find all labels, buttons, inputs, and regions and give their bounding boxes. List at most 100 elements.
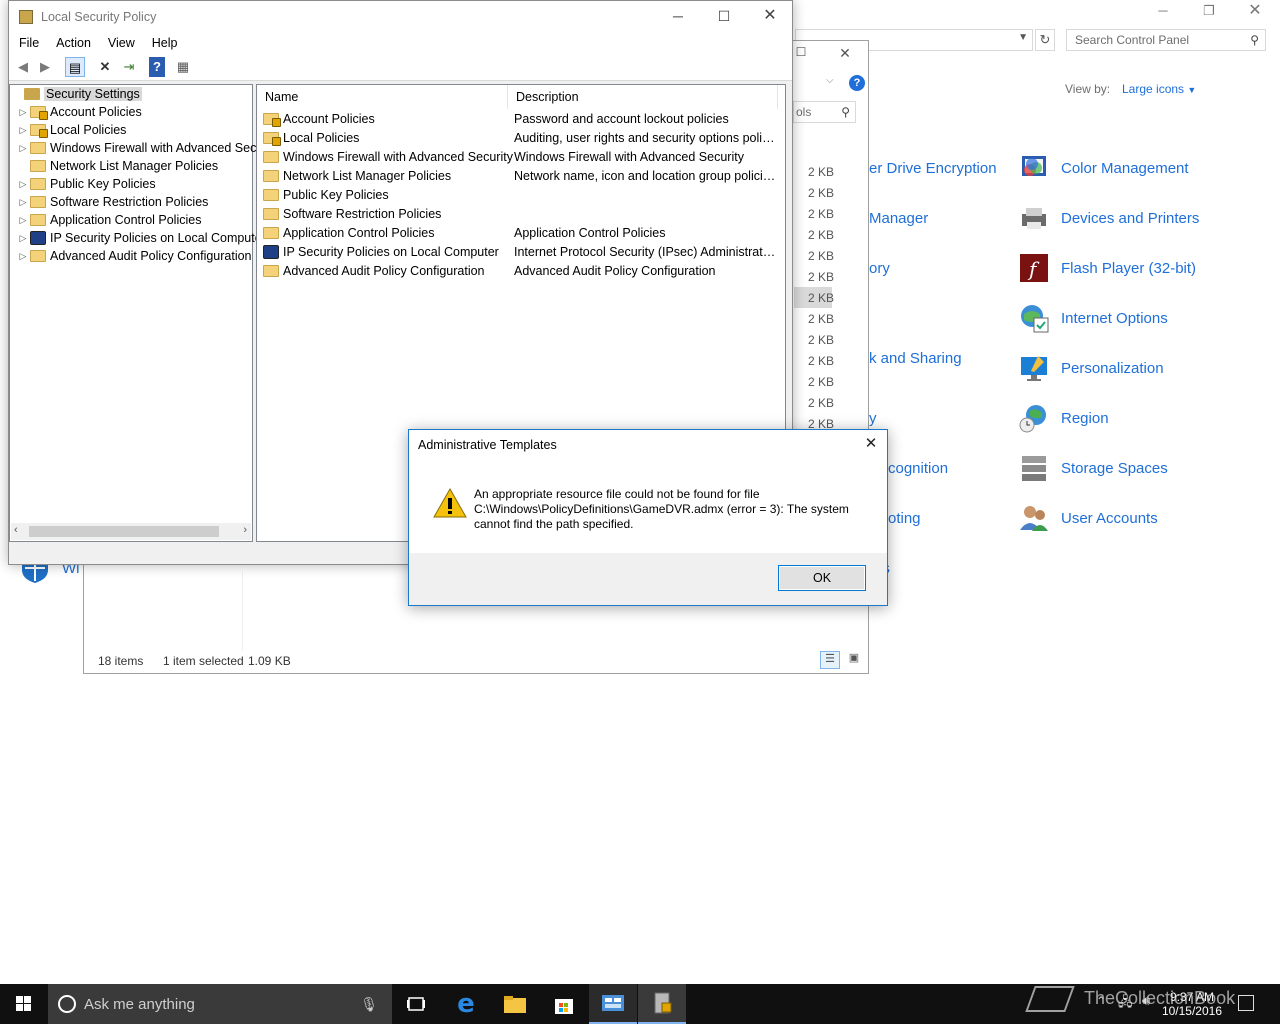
expand-arrow-icon[interactable]: ▷	[16, 125, 30, 136]
cp-search-input[interactable]: Search Control Panel ⚲	[1066, 29, 1266, 51]
cp-item-manager-partial[interactable]: Manager	[869, 210, 928, 227]
cp-item-personalization[interactable]: Personalization	[1017, 351, 1164, 385]
details-view-icon[interactable]: ☰	[820, 651, 840, 669]
export-list-icon[interactable]: ⇥	[119, 57, 139, 77]
cp-item-troubleshooting-partial[interactable]: oting	[888, 510, 921, 527]
cp-item-speech-recognition-partial[interactable]: cognition	[888, 460, 948, 477]
list-row[interactable]: Software Restriction Policies	[257, 205, 777, 224]
minimize-button[interactable]: ─	[655, 1, 701, 31]
chevron-down-icon[interactable]: ⌵	[826, 75, 834, 86]
dialog-close-button[interactable]: ✕	[855, 430, 887, 458]
expand-arrow-icon[interactable]: ▷	[16, 215, 30, 226]
tree-item[interactable]: ▷ Advanced Audit Policy Configuration	[16, 247, 252, 265]
task-view-button[interactable]	[392, 984, 440, 1024]
row-description: Internet Protocol Security (IPsec) Admin…	[514, 245, 776, 259]
cp-item-bitlocker-partial[interactable]: er Drive Encryption	[869, 160, 997, 177]
dialog-message-line: C:\Windows\PolicyDefinitions\GameDVR.adm…	[474, 502, 849, 516]
explorer-close-button[interactable]: ✕	[834, 45, 856, 67]
lsp-title-bar[interactable]: Local Security Policy ─ ☐ ✕	[9, 1, 792, 33]
start-button[interactable]	[0, 984, 48, 1024]
cp-restore-button[interactable]: ❐	[1194, 0, 1224, 22]
cp-item-storage-spaces[interactable]: Storage Spaces	[1017, 451, 1168, 485]
tree-item[interactable]: ▷ Local Policies	[16, 121, 126, 139]
delete-icon[interactable]: ✕	[95, 57, 115, 77]
show-hide-tree-icon[interactable]: ▤	[65, 57, 85, 77]
edge-button[interactable]: e	[442, 984, 490, 1024]
horizontal-scrollbar[interactable]: ‹ ›	[11, 523, 251, 540]
menu-help[interactable]: Help	[152, 33, 178, 53]
column-header-description[interactable]: Description	[508, 85, 778, 109]
expand-arrow-icon[interactable]: ▷	[16, 143, 30, 154]
cp-item-history-partial[interactable]: ory	[869, 260, 890, 277]
cp-item-user-accounts[interactable]: User Accounts	[1017, 501, 1158, 535]
list-row[interactable]: Advanced Audit Policy Configuration Advan…	[257, 262, 777, 281]
cp-close-button[interactable]: ✕	[1240, 0, 1270, 22]
expand-arrow-icon[interactable]: ▷	[16, 251, 30, 262]
ok-button[interactable]: OK	[778, 565, 866, 591]
tree-item[interactable]: Network List Manager Policies	[16, 157, 218, 175]
action-center-icon[interactable]	[1238, 995, 1254, 1011]
menu-action[interactable]: Action	[56, 33, 91, 53]
tree-item[interactable]: ▷ Windows Firewall with Advanced Secu	[16, 139, 264, 157]
tree-item[interactable]: ▷ Account Policies	[16, 103, 142, 121]
store-button[interactable]	[540, 984, 588, 1024]
scroll-left-icon[interactable]: ‹	[14, 524, 18, 536]
explorer-search-input[interactable]: ols ⚲	[793, 101, 856, 123]
scrollbar-thumb[interactable]	[29, 526, 219, 537]
forward-arrow-icon[interactable]: ▶	[35, 57, 55, 77]
cp-item-label: Color Management	[1061, 159, 1189, 177]
cp-minimize-button[interactable]: ─	[1148, 0, 1178, 22]
view-by-dropdown[interactable]: Large icons ▼	[1122, 82, 1196, 96]
list-row[interactable]: Public Key Policies	[257, 186, 777, 205]
cp-item-region[interactable]: Region	[1017, 401, 1109, 435]
large-icons-view-icon[interactable]: ▣	[844, 651, 864, 669]
microphone-icon[interactable]: 🎙︎	[360, 996, 378, 1013]
tree-item[interactable]: ▷ Public Key Policies	[16, 175, 156, 193]
close-button[interactable]: ✕	[747, 1, 793, 31]
help-icon[interactable]: ?	[149, 57, 165, 77]
list-row[interactable]: Network List Manager Policies Network nam…	[257, 167, 777, 186]
cp-item-internet-options[interactable]: Internet Options	[1017, 301, 1168, 335]
watermark-logo: TheCollectionBook	[1025, 986, 1235, 1012]
tree-item[interactable]: ▷ IP Security Policies on Local Compute	[16, 229, 262, 247]
chevron-down-icon[interactable]: ▼	[1018, 32, 1028, 43]
back-arrow-icon[interactable]: ◀	[13, 57, 33, 77]
cp-item-network-sharing-partial[interactable]: k and Sharing	[869, 350, 962, 367]
tree-item-label: Public Key Policies	[50, 177, 156, 191]
expand-arrow-icon[interactable]: ▷	[16, 233, 30, 244]
expand-arrow-icon[interactable]: ▷	[16, 107, 30, 118]
list-row[interactable]: Windows Firewall with Advanced Security W…	[257, 148, 777, 167]
tree-root[interactable]: Security Settings	[10, 85, 142, 103]
expand-arrow-icon[interactable]: ▷	[16, 197, 30, 208]
cp-item-flash-player[interactable]: f Flash Player (32-bit)	[1017, 251, 1196, 285]
maximize-button[interactable]: ☐	[701, 1, 747, 31]
control-panel-button[interactable]	[589, 984, 637, 1024]
explorer-maximize-button[interactable]: ☐	[790, 45, 812, 67]
menu-file[interactable]: File	[19, 33, 39, 53]
row-name: Public Key Policies	[283, 188, 389, 202]
list-row[interactable]: IP Security Policies on Local Computer In…	[257, 243, 777, 262]
column-header-name[interactable]: Name	[257, 85, 508, 109]
search-icon[interactable]: ⚲	[1250, 33, 1259, 47]
refresh-button[interactable]: ↻	[1035, 29, 1055, 51]
list-row[interactable]: Account Policies Password and account loc…	[257, 110, 777, 129]
cp-item-devices-printers[interactable]: Devices and Printers	[1017, 201, 1199, 235]
search-icon[interactable]: ⚲	[841, 105, 850, 119]
list-row[interactable]: Local Policies Auditing, user rights and …	[257, 129, 777, 148]
tree-item[interactable]: ▷ Application Control Policies	[16, 211, 202, 229]
list-row[interactable]: Application Control Policies Application …	[257, 224, 777, 243]
properties-icon[interactable]: ▦	[173, 57, 193, 77]
help-icon[interactable]: ?	[849, 75, 865, 91]
cortana-search-box[interactable]: Ask me anything 🎙︎	[48, 984, 392, 1024]
cp-item-color-management[interactable]: Color Management	[1017, 151, 1189, 185]
scroll-right-icon[interactable]: ›	[243, 524, 247, 536]
explorer-status-bar: 18 items 1 item selected 1.09 KB ☰ ▣	[84, 649, 868, 673]
cp-item-partial-y[interactable]: y	[869, 410, 877, 427]
file-size: 2 KB	[807, 165, 834, 179]
expand-arrow-icon[interactable]: ▷	[16, 179, 30, 190]
file-explorer-button[interactable]	[491, 984, 539, 1024]
tree-item[interactable]: ▷ Software Restriction Policies	[16, 193, 209, 211]
local-security-policy-button[interactable]	[638, 984, 686, 1024]
row-description: Application Control Policies	[514, 226, 666, 240]
menu-view[interactable]: View	[108, 33, 135, 53]
